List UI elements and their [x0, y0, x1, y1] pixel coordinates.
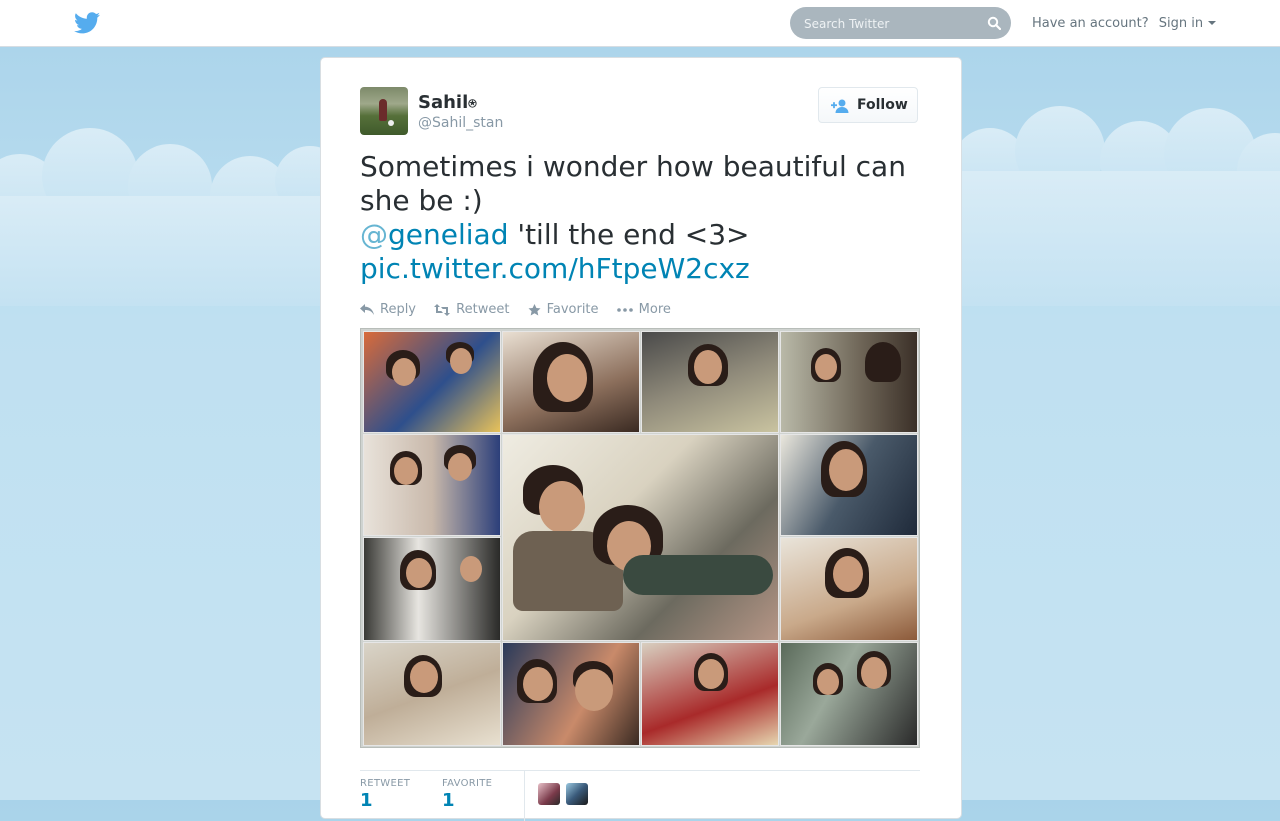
collage-tile	[363, 537, 501, 641]
collage-tile	[641, 331, 779, 433]
collage-tile-center	[502, 434, 779, 641]
favorite-label: Favorite	[546, 302, 599, 317]
stats-divider	[360, 770, 920, 771]
retweets-count[interactable]: 1	[360, 790, 373, 811]
favorites-label: FAVORITE	[442, 778, 493, 789]
collage-tile	[780, 434, 918, 536]
twitter-bird-icon[interactable]	[74, 12, 100, 34]
retweet-label: Retweet	[456, 302, 510, 317]
tweet-text-tail: 'till the end <3>	[508, 218, 750, 251]
more-action[interactable]: More	[616, 302, 671, 317]
tweet-text-line: Sometimes i wonder how beautiful can she…	[360, 150, 906, 217]
favorite-action[interactable]: Favorite	[528, 302, 599, 317]
retweet-icon	[434, 303, 451, 316]
avatar-ball	[388, 120, 394, 126]
pic-link[interactable]: pic.twitter.com/hFtpeW2cxz	[360, 252, 750, 285]
favorites-count[interactable]: 1	[442, 790, 455, 811]
author-name-mark: ⍟	[468, 96, 477, 112]
favoriter-avatar[interactable]	[566, 783, 588, 805]
author-name-text: Sahil	[418, 92, 469, 113]
collage-tile	[780, 642, 918, 746]
tweet-photo[interactable]	[360, 328, 920, 748]
stats-vertical-divider	[524, 771, 525, 821]
collage-tile	[363, 642, 501, 746]
collage-tile	[363, 331, 501, 433]
mention-at: @	[360, 218, 388, 251]
mention-name: geneliad	[388, 218, 509, 251]
chevron-down-icon[interactable]	[1208, 21, 1217, 25]
collage-tile	[502, 642, 640, 746]
search-input[interactable]	[802, 13, 986, 35]
account-menu: Have an account? Sign in	[1032, 16, 1217, 31]
follow-label: Follow	[857, 97, 908, 113]
have-account-text: Have an account?	[1032, 16, 1149, 31]
tweet-card: Sahil⍟ @Sahil_stan Follow Sometimes i wo…	[320, 57, 962, 821]
collage-tile	[780, 331, 918, 433]
search-box	[790, 7, 1011, 39]
retweet-action[interactable]: Retweet	[434, 302, 509, 317]
reply-label: Reply	[380, 302, 417, 317]
avatar[interactable]	[360, 87, 408, 135]
follow-button[interactable]: Follow	[818, 87, 918, 123]
more-label: More	[638, 302, 671, 317]
collage-tile	[363, 434, 501, 536]
mention-link[interactable]: @geneliad	[360, 218, 508, 251]
star-icon	[528, 303, 541, 315]
tweet-actions: Reply Retweet Favorite More	[360, 302, 685, 320]
sign-in-link[interactable]: Sign in	[1159, 16, 1203, 31]
avatar-figure	[379, 99, 387, 121]
retweets-label: RETWEET	[360, 778, 411, 789]
search-icon[interactable]	[987, 16, 1001, 30]
author-handle[interactable]: @Sahil_stan	[418, 115, 503, 131]
collage-tile	[641, 642, 779, 746]
author-name[interactable]: Sahil⍟	[418, 92, 477, 113]
collage-tile	[780, 537, 918, 641]
reply-action[interactable]: Reply	[360, 302, 416, 317]
tweet-text: Sometimes i wonder how beautiful can she…	[360, 150, 930, 286]
top-navigation-bar: Have an account? Sign in	[0, 0, 1280, 47]
collage-tile	[502, 331, 640, 433]
ellipsis-icon	[616, 307, 633, 312]
add-user-icon	[831, 99, 849, 113]
favoriter-avatar[interactable]	[538, 783, 560, 805]
reply-icon	[360, 303, 374, 315]
